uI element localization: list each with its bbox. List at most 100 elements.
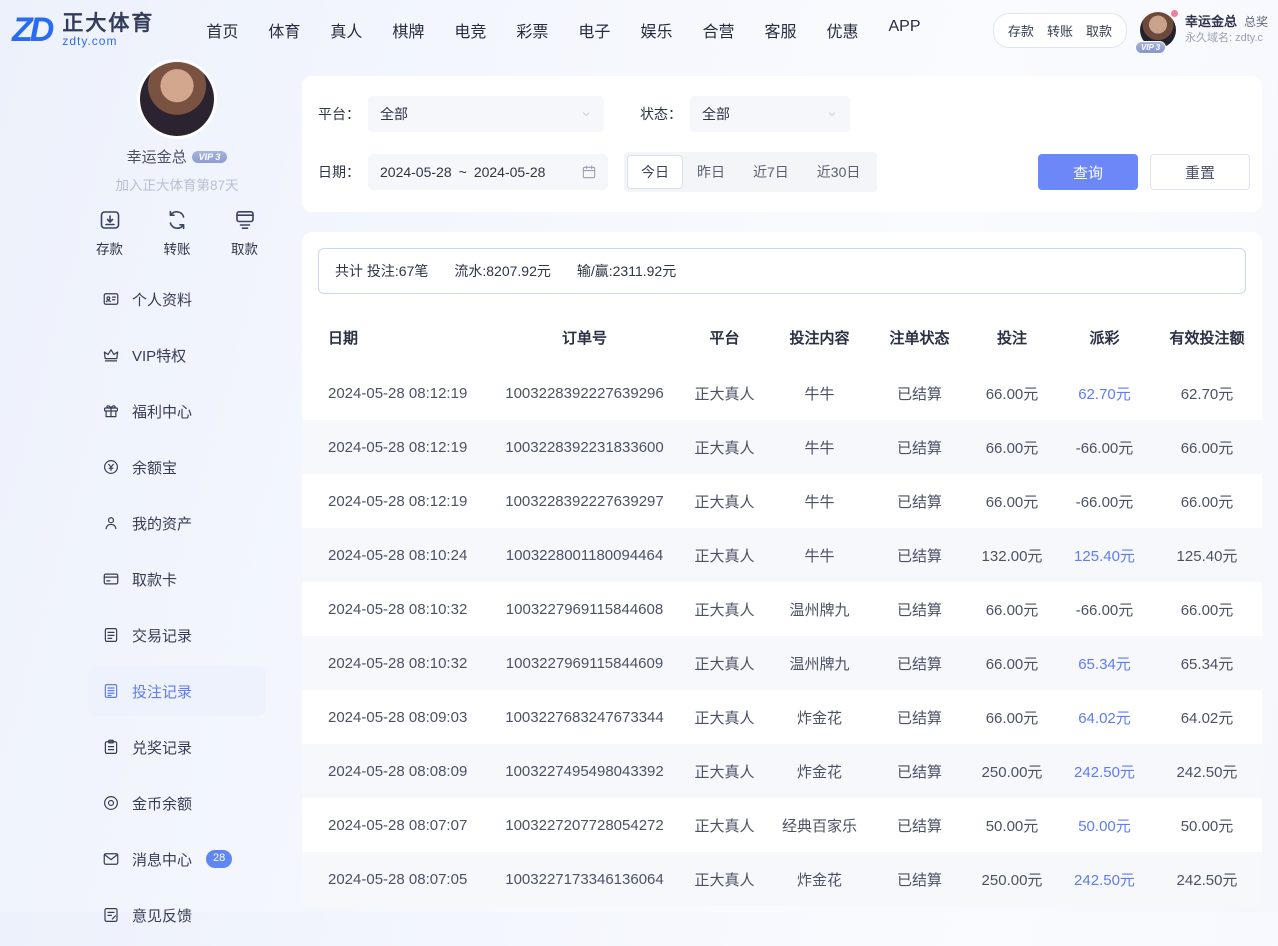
cell-content: 牛牛 xyxy=(767,366,872,420)
cell-platform: 正大真人 xyxy=(682,366,767,420)
crown-icon xyxy=(102,346,120,364)
sidebar-item-10[interactable]: 金币余额 xyxy=(88,778,266,828)
profile-avatar[interactable] xyxy=(140,62,214,136)
sidebar-item-label: 金币余额 xyxy=(132,793,192,814)
cell-status: 已结算 xyxy=(872,366,967,420)
sidebar-item-1[interactable]: 个人资料 xyxy=(88,274,266,324)
nav-item-8[interactable]: 娱乐 xyxy=(640,18,672,42)
cell-date: 2024-05-28 08:07:07 xyxy=(302,798,487,852)
nav-item-3[interactable]: 真人 xyxy=(330,18,362,42)
date-range-button-2[interactable]: 昨日 xyxy=(683,155,739,189)
cell-order: 1003228392231833600 xyxy=(487,420,682,474)
sidebar-item-5[interactable]: 我的资产 xyxy=(88,498,266,548)
cell-status: 已结算 xyxy=(872,744,967,798)
sidebar-item-label: 余额宝 xyxy=(132,457,177,478)
sidebar-item-7[interactable]: 交易记录 xyxy=(88,610,266,660)
nav-item-2[interactable]: 体育 xyxy=(268,18,300,42)
sidebar-item-4[interactable]: 余额宝 xyxy=(88,442,266,492)
status-select-value: 全部 xyxy=(702,104,730,124)
search-button[interactable]: 查询 xyxy=(1038,154,1138,190)
nav-item-5[interactable]: 电竞 xyxy=(454,18,486,42)
sidebar: 幸运金总 VIP 3 加入正大体育第87天 存款转账取款 个人资料VIP特权福利… xyxy=(88,60,266,946)
date-range-button-4[interactable]: 近30日 xyxy=(803,155,875,189)
cell-date: 2024-05-28 08:12:19 xyxy=(302,420,487,474)
wallet-link-1[interactable]: 存款 xyxy=(1008,21,1034,40)
message-icon xyxy=(102,850,120,868)
cell-valid: 62.70元 xyxy=(1152,366,1262,420)
quick-action-transfer[interactable]: 转账 xyxy=(164,208,191,258)
quick-action-deposit[interactable]: 存款 xyxy=(96,208,123,258)
platform-select[interactable]: 全部 xyxy=(368,96,604,132)
id-card-icon xyxy=(102,290,120,308)
nav-item-7[interactable]: 电子 xyxy=(578,18,610,42)
cell-order: 1003227969115844609 xyxy=(487,636,682,690)
date-range-input[interactable]: 2024-05-28~2024-05-28 xyxy=(368,154,608,190)
table-header-cell: 派彩 xyxy=(1057,308,1152,366)
sidebar-item-9[interactable]: 兑奖记录 xyxy=(88,722,266,772)
date-range-button-1[interactable]: 今日 xyxy=(627,155,683,189)
table-row: 2024-05-28 08:12:191003228392227639296正大… xyxy=(302,366,1262,420)
sidebar-item-12[interactable]: 意见反馈 xyxy=(88,890,266,940)
cell-status: 已结算 xyxy=(872,690,967,744)
bet-record-icon xyxy=(102,682,120,700)
nav-item-6[interactable]: 彩票 xyxy=(516,18,548,42)
date-start: 2024-05-28 xyxy=(380,164,452,180)
redeem-record-icon xyxy=(102,738,120,756)
nav-item-12[interactable]: APP xyxy=(889,18,921,42)
logo[interactable]: ZD 正大体育 zdty.com xyxy=(12,12,154,49)
wallet-link-2[interactable]: 转账 xyxy=(1047,21,1073,40)
wallet-link-3[interactable]: 取款 xyxy=(1086,21,1112,40)
table-header-cell: 有效投注额 xyxy=(1152,308,1262,366)
cell-valid: 66.00元 xyxy=(1152,474,1262,528)
filter-card: 平台： 全部 状态： 全部 日期： 2024-05-28~2024-05-28 xyxy=(302,76,1262,212)
status-select[interactable]: 全部 xyxy=(690,96,850,132)
sidebar-item-2[interactable]: VIP特权 xyxy=(88,330,266,380)
username: 幸运金总 xyxy=(1185,14,1237,29)
nav-item-11[interactable]: 优惠 xyxy=(826,18,858,42)
sidebar-item-label: 取款卡 xyxy=(132,569,177,590)
cell-order: 1003228392227639297 xyxy=(487,474,682,528)
side-menu: 个人资料 VIP特权福利中心余额宝我的资产取款卡交易记录投注记录兑奖记录金币余额消… xyxy=(88,274,266,946)
status-label: 状态： xyxy=(640,104,682,124)
permanent-domain: 永久域名: zdty.c xyxy=(1185,31,1268,46)
sidebar-item-8[interactable]: 投注记录 xyxy=(88,666,266,716)
cell-content: 牛牛 xyxy=(767,528,872,582)
sidebar-item-3[interactable]: 福利中心 xyxy=(88,386,266,436)
cell-content: 温州牌九 xyxy=(767,582,872,636)
cell-payout: 50.00元 xyxy=(1057,798,1152,852)
avatar: VIP 3 xyxy=(1140,12,1176,48)
gift-icon xyxy=(102,402,120,420)
cell-valid: 66.00元 xyxy=(1152,582,1262,636)
chevron-down-icon xyxy=(826,108,838,120)
cell-bet: 50.00元 xyxy=(967,798,1057,852)
cell-platform: 正大真人 xyxy=(682,528,767,582)
user-chip[interactable]: VIP 3 幸运金总总奖 永久域名: zdty.c xyxy=(1140,12,1268,48)
cell-payout: 242.50元 xyxy=(1057,744,1152,798)
cell-payout: -66.00元 xyxy=(1057,582,1152,636)
cell-order: 1003227207728054272 xyxy=(487,798,682,852)
cell-valid: 65.34元 xyxy=(1152,636,1262,690)
cell-status: 已结算 xyxy=(872,420,967,474)
table-row: 2024-05-28 08:07:071003227207728054272正大… xyxy=(302,798,1262,852)
summary-bar: 共计 投注:67笔流水:8207.92元输/赢:2311.92元 xyxy=(318,248,1246,294)
sidebar-item-label: 消息中心 xyxy=(132,849,192,870)
cell-bet: 66.00元 xyxy=(967,582,1057,636)
sidebar-item-11[interactable]: 消息中心28 xyxy=(88,834,266,884)
withdraw-icon xyxy=(233,208,257,232)
date-range-button-3[interactable]: 近7日 xyxy=(739,155,803,189)
date-separator: ~ xyxy=(459,164,467,180)
cell-date: 2024-05-28 08:10:32 xyxy=(302,636,487,690)
nav-item-4[interactable]: 棋牌 xyxy=(392,18,424,42)
nav-item-1[interactable]: 首页 xyxy=(206,18,238,42)
nav-item-9[interactable]: 合营 xyxy=(702,18,734,42)
quick-actions: 存款转账取款 xyxy=(88,208,266,258)
quick-action-label: 取款 xyxy=(231,238,258,258)
cell-platform: 正大真人 xyxy=(682,690,767,744)
quick-action-withdraw[interactable]: 取款 xyxy=(231,208,258,258)
reset-button[interactable]: 重置 xyxy=(1150,154,1250,190)
nav-item-10[interactable]: 客服 xyxy=(764,18,796,42)
sidebar-item-6[interactable]: 取款卡 xyxy=(88,554,266,604)
cell-order: 1003227495498043392 xyxy=(487,744,682,798)
cell-valid: 50.00元 xyxy=(1152,798,1262,852)
cell-valid: 125.40元 xyxy=(1152,528,1262,582)
